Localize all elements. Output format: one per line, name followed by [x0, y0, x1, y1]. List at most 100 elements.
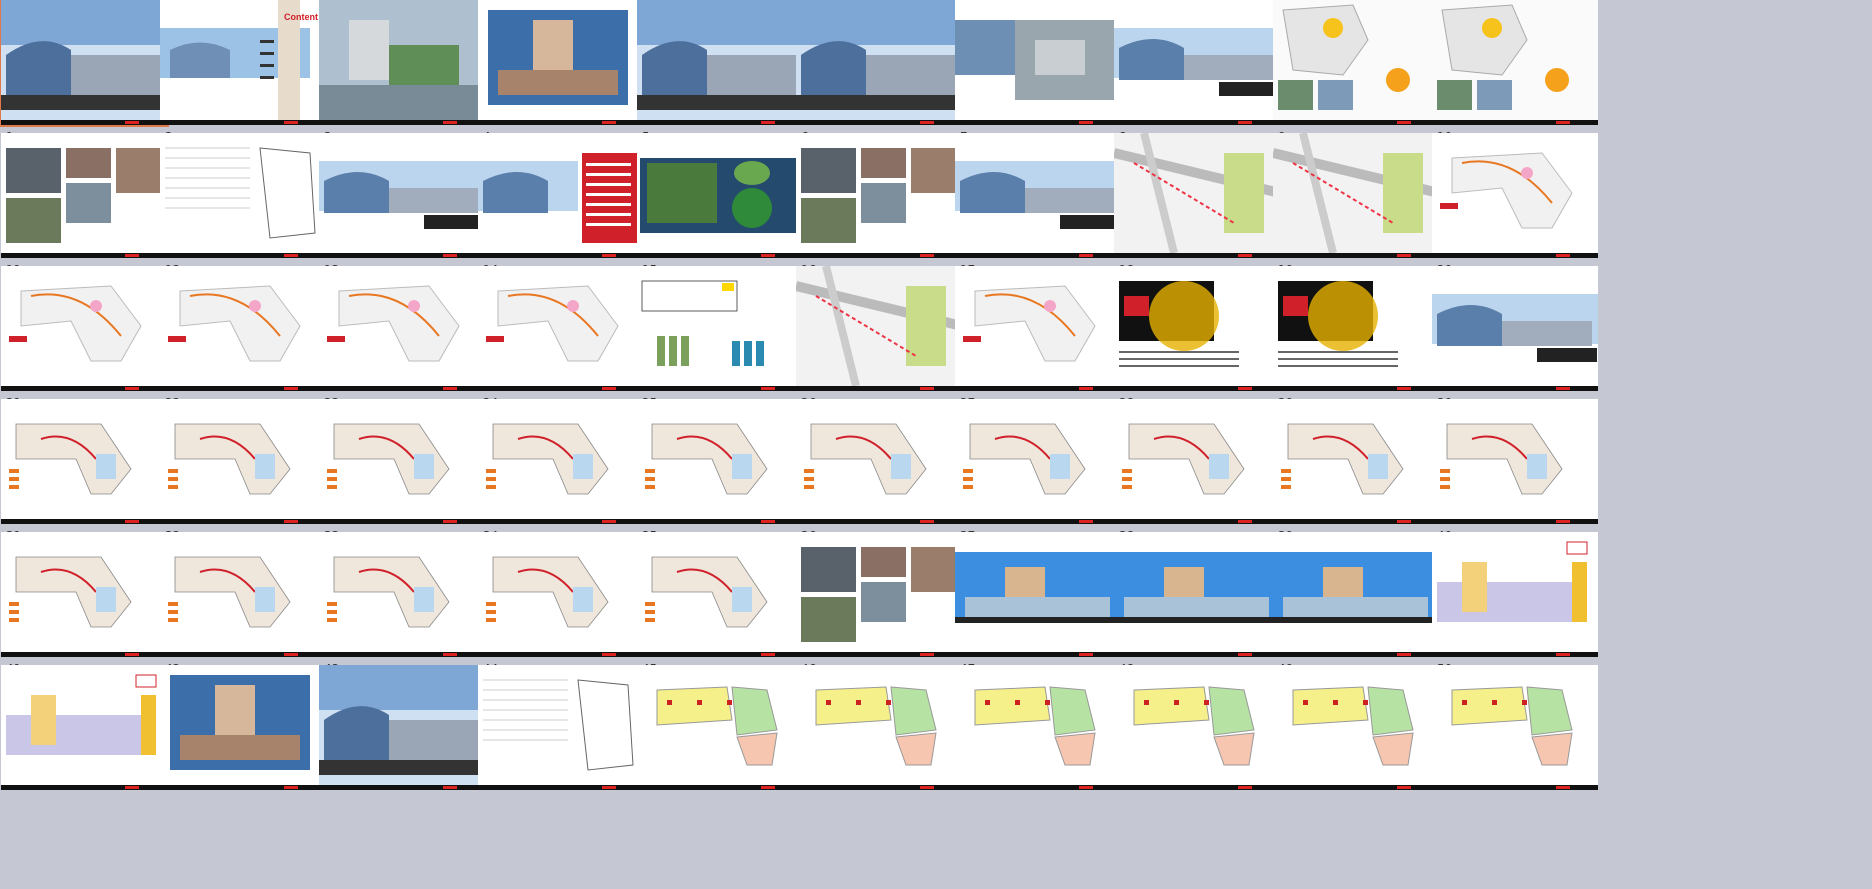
slide-preview[interactable]: [160, 399, 326, 524]
slide-preview[interactable]: [319, 665, 485, 790]
slide-footer-bar: [1114, 253, 1280, 258]
slide-preview[interactable]: [319, 399, 485, 524]
slide-preview[interactable]: [637, 665, 803, 790]
slide-footer-bar: [319, 785, 485, 790]
slide-footer-bar: [637, 386, 803, 391]
slide-graphic: [637, 665, 803, 785]
slide-preview[interactable]: [796, 532, 962, 657]
slide-footer-bar: [160, 519, 326, 524]
slide-preview[interactable]: [478, 0, 644, 125]
slide-graphic: [478, 0, 644, 120]
slide-footer-bar: [1432, 120, 1598, 125]
slide-preview[interactable]: [1273, 532, 1439, 657]
slide-preview[interactable]: [637, 266, 803, 391]
slide-preview[interactable]: [478, 399, 644, 524]
slide-footer-bar: [478, 120, 644, 125]
slide-preview[interactable]: [1273, 0, 1439, 125]
slide-preview[interactable]: [478, 532, 644, 657]
slide-preview[interactable]: [319, 133, 485, 258]
slide-preview[interactable]: [1, 665, 167, 790]
slide-graphic: [160, 399, 326, 519]
slide-footer-bar: [1273, 253, 1439, 258]
slide-preview[interactable]: [955, 0, 1121, 125]
slide-preview[interactable]: [1, 133, 167, 258]
slide-graphic: [160, 532, 326, 652]
slide-preview[interactable]: [796, 399, 962, 524]
slide-preview[interactable]: [637, 399, 803, 524]
slide-preview[interactable]: [1114, 266, 1280, 391]
slide-graphic: [955, 399, 1121, 519]
slide-graphic: [1, 532, 167, 652]
slide-footer-bar: [478, 386, 644, 391]
slide-graphic: [1432, 0, 1598, 120]
slide-preview[interactable]: [955, 399, 1121, 524]
slide-preview[interactable]: [796, 133, 962, 258]
slide-preview[interactable]: [478, 665, 644, 790]
slide-preview[interactable]: [160, 665, 326, 790]
slide-preview[interactable]: [1114, 399, 1280, 524]
slide-graphic: [955, 161, 1121, 229]
slide-thumbnail-60[interactable]: [1431, 665, 1621, 823]
slide-graphic: [1114, 665, 1280, 785]
slide-footer-bar: [1, 785, 167, 790]
slide-preview[interactable]: [955, 133, 1121, 258]
slide-preview[interactable]: [1273, 399, 1439, 524]
slide-preview[interactable]: [1273, 266, 1439, 391]
slide-preview[interactable]: [1432, 0, 1598, 125]
slide-footer-bar: [1432, 386, 1598, 391]
slide-preview[interactable]: [1114, 532, 1280, 657]
slide-preview[interactable]: [319, 266, 485, 391]
slide-footer-bar: [796, 519, 962, 524]
slide-footer-bar: [478, 519, 644, 524]
slide-preview[interactable]: [1114, 133, 1280, 258]
slide-preview[interactable]: [1432, 133, 1598, 258]
slide-preview[interactable]: [955, 266, 1121, 391]
slide-preview[interactable]: [160, 532, 326, 657]
slide-preview[interactable]: [319, 532, 485, 657]
slide-preview[interactable]: [1, 399, 167, 524]
slide-graphic: [160, 266, 326, 386]
slide-preview[interactable]: [1114, 0, 1280, 125]
slide-footer-bar: [1114, 652, 1280, 657]
slide-preview[interactable]: [1273, 133, 1439, 258]
slide-graphic: [319, 161, 485, 229]
slide-preview[interactable]: [796, 266, 962, 391]
slide-graphic: [1, 665, 167, 785]
slide-graphic: [1432, 399, 1598, 519]
slide-preview[interactable]: [319, 0, 485, 125]
slide-footer-bar: [1432, 519, 1598, 524]
slide-preview[interactable]: Content: [160, 0, 326, 125]
slide-footer-bar: [319, 652, 485, 657]
slide-graphic: [955, 665, 1121, 785]
slide-graphic: [1273, 532, 1439, 652]
slide-preview[interactable]: [1114, 665, 1280, 790]
slide-footer-bar: [796, 785, 962, 790]
slide-preview[interactable]: [1432, 266, 1598, 391]
slide-preview[interactable]: [1, 266, 167, 391]
slide-preview[interactable]: [1273, 665, 1439, 790]
slide-footer-bar: [637, 785, 803, 790]
slide-graphic: [1432, 532, 1598, 652]
slide-preview[interactable]: [160, 266, 326, 391]
slide-preview[interactable]: [160, 133, 326, 258]
slide-preview[interactable]: [478, 266, 644, 391]
slide-graphic: [1432, 133, 1598, 253]
slide-preview[interactable]: [1432, 399, 1598, 524]
slide-preview[interactable]: [1432, 665, 1598, 790]
slide-preview[interactable]: [637, 0, 803, 125]
slide-preview[interactable]: [637, 133, 803, 258]
slide-preview[interactable]: [478, 133, 644, 258]
slide-preview[interactable]: [955, 665, 1121, 790]
slide-preview[interactable]: [0, 0, 169, 127]
slide-preview[interactable]: [955, 532, 1121, 657]
slide-graphic: [478, 399, 644, 519]
slide-footer-bar: [1114, 120, 1280, 125]
slide-graphic: [1273, 133, 1439, 254]
slide-footer-bar: [319, 120, 485, 125]
slide-preview[interactable]: [796, 665, 962, 790]
slide-graphic: [640, 158, 800, 233]
slide-preview[interactable]: [1432, 532, 1598, 657]
slide-preview[interactable]: [637, 532, 803, 657]
slide-preview[interactable]: [1, 532, 167, 657]
slide-preview[interactable]: [796, 0, 962, 125]
